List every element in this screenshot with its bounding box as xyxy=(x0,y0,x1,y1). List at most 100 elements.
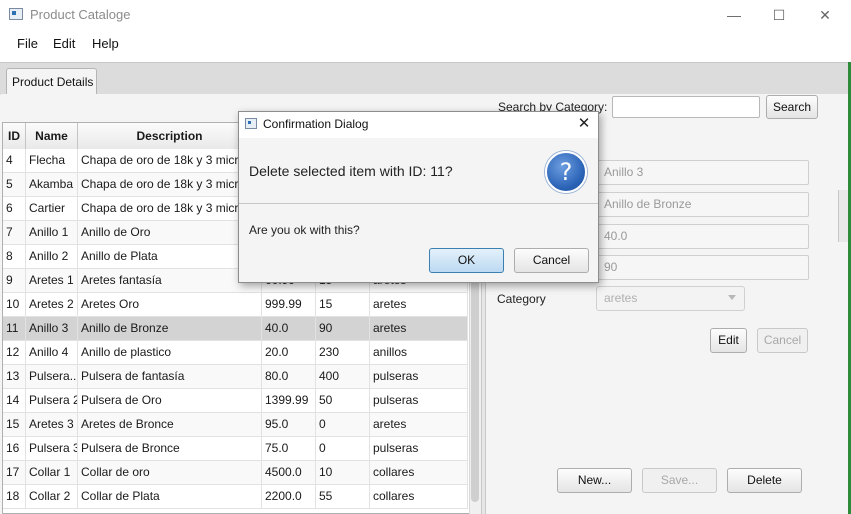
cell-description: Aretes Oro xyxy=(78,293,262,316)
price-field[interactable]: 40.0 xyxy=(596,224,809,249)
cell-price: 20.0 xyxy=(262,341,316,364)
minimize-button[interactable]: — xyxy=(711,0,757,30)
cell-description: Anillo de Plata xyxy=(78,245,262,268)
table-row[interactable]: 17 Collar 1 Collar de oro 4500.0 10 collares xyxy=(3,461,468,485)
app-icon xyxy=(9,8,23,20)
dialog-ok-button[interactable]: OK xyxy=(429,248,504,273)
category-select[interactable]: aretes xyxy=(596,286,745,311)
cell-description: Chapa de oro de 18k y 3 micras xyxy=(78,173,262,196)
cell-name: Pulsera 3 xyxy=(26,437,78,460)
category-label: Category xyxy=(497,292,546,306)
cell-name: Anillo 4 xyxy=(26,341,78,364)
cell-id: 15 xyxy=(3,413,26,436)
name-field[interactable]: Anillo 3 xyxy=(596,160,809,185)
cell-id: 17 xyxy=(3,461,26,484)
search-button[interactable]: Search xyxy=(766,95,818,119)
cell-category: aretes xyxy=(370,317,468,340)
cell-quantity: 0 xyxy=(316,413,370,436)
cell-price: 95.0 xyxy=(262,413,316,436)
search-input[interactable] xyxy=(612,96,760,118)
cell-name: Aretes 3 xyxy=(26,413,78,436)
cell-category: pulseras xyxy=(370,365,468,388)
table-row[interactable]: 13 Pulsera... Pulsera de fantasía 80.0 400 pu… xyxy=(3,365,468,389)
table-row[interactable]: 10 Aretes 2 Aretes Oro 999.99 15 aretes xyxy=(3,293,468,317)
cell-name: Flecha xyxy=(26,149,78,172)
cell-category: anillos xyxy=(370,341,468,364)
cell-description: Pulsera de fantasía xyxy=(78,365,262,388)
table-row[interactable]: 12 Anillo 4 Anillo de plastico 20.0 230 anill… xyxy=(3,341,468,365)
cell-category: collares xyxy=(370,461,468,484)
cell-category: aretes xyxy=(370,293,468,316)
cell-id: 12 xyxy=(3,341,26,364)
new-button[interactable]: New... xyxy=(557,468,632,493)
column-header-id[interactable]: ID xyxy=(3,123,26,149)
close-window-button[interactable]: ✕ xyxy=(802,0,848,30)
table-row[interactable]: 18 Collar 2 Collar de Plata 2200.0 55 collare… xyxy=(3,485,468,509)
dialog-header-text: Delete selected item with ID: 11? xyxy=(249,163,453,179)
cell-name: Anillo 3 xyxy=(26,317,78,340)
tab-label: Product Details xyxy=(12,75,94,89)
cell-id: 11 xyxy=(3,317,26,340)
menu-bar xyxy=(0,30,851,62)
cell-description: Collar de Plata xyxy=(78,485,262,508)
table-row[interactable]: 15 Aretes 3 Aretes de Bronce 95.0 0 aretes xyxy=(3,413,468,437)
table-row[interactable]: 11 Anillo 3 Anillo de Bronze 40.0 90 aretes xyxy=(3,317,468,341)
cell-name: Anillo 1 xyxy=(26,221,78,244)
cell-category: aretes xyxy=(370,413,468,436)
cell-id: 13 xyxy=(3,365,26,388)
cell-name: Collar 2 xyxy=(26,485,78,508)
column-header-name[interactable]: Name xyxy=(26,123,78,149)
table-row[interactable]: 14 Pulsera 2 Pulsera de Oro 1399.99 50 pulser… xyxy=(3,389,468,413)
quantity-field[interactable]: 90 xyxy=(596,255,809,280)
cell-quantity: 90 xyxy=(316,317,370,340)
dialog-cancel-button[interactable]: Cancel xyxy=(514,248,589,273)
cell-name: Pulsera... xyxy=(26,365,78,388)
cell-id: 7 xyxy=(3,221,26,244)
cell-quantity: 15 xyxy=(316,293,370,316)
delete-button[interactable]: Delete xyxy=(727,468,802,493)
question-icon: ? xyxy=(545,151,587,193)
cell-name: Aretes 1 xyxy=(26,269,78,292)
cell-quantity: 50 xyxy=(316,389,370,412)
dialog-content-text: Are you ok with this? xyxy=(249,223,360,237)
cell-category: collares xyxy=(370,485,468,508)
tab-strip xyxy=(0,62,851,95)
cell-description: Aretes de Bronce xyxy=(78,413,262,436)
cell-name: Akamba xyxy=(26,173,78,196)
cell-id: 8 xyxy=(3,245,26,268)
cell-quantity: 230 xyxy=(316,341,370,364)
dialog-close-icon[interactable]: ✕ xyxy=(573,113,595,135)
cell-description: Pulsera de Bronce xyxy=(78,437,262,460)
column-header-description[interactable]: Description xyxy=(78,123,262,149)
edit-button[interactable]: Edit xyxy=(710,328,747,353)
cell-price: 2200.0 xyxy=(262,485,316,508)
cell-id: 10 xyxy=(3,293,26,316)
menu-file[interactable]: File xyxy=(15,36,40,51)
maximize-button[interactable]: ☐ xyxy=(756,0,802,30)
cell-name: Cartier xyxy=(26,197,78,220)
chevron-down-icon xyxy=(728,295,736,300)
cell-id: 16 xyxy=(3,437,26,460)
description-field[interactable]: Anillo de Bronze xyxy=(596,192,809,217)
cell-name: Pulsera 2 xyxy=(26,389,78,412)
cell-name: Aretes 2 xyxy=(26,293,78,316)
cell-description: Anillo de plastico xyxy=(78,341,262,364)
cell-price: 1399.99 xyxy=(262,389,316,412)
menu-edit[interactable]: Edit xyxy=(51,36,77,51)
table-row[interactable]: 16 Pulsera 3 Pulsera de Bronce 75.0 0 pulsera… xyxy=(3,437,468,461)
cell-id: 9 xyxy=(3,269,26,292)
dialog-title: Confirmation Dialog xyxy=(263,117,369,131)
cancel-edit-button[interactable]: Cancel xyxy=(757,328,808,353)
cell-price: 40.0 xyxy=(262,317,316,340)
cell-price: 4500.0 xyxy=(262,461,316,484)
cell-id: 4 xyxy=(3,149,26,172)
save-button[interactable]: Save... xyxy=(642,468,717,493)
dialog-app-icon xyxy=(245,118,257,129)
cell-description: Aretes fantasía xyxy=(78,269,262,292)
cell-category: pulseras xyxy=(370,437,468,460)
cell-price: 75.0 xyxy=(262,437,316,460)
window-title: Product Cataloge xyxy=(30,7,131,22)
cell-name: Anillo 2 xyxy=(26,245,78,268)
cell-quantity: 400 xyxy=(316,365,370,388)
menu-help[interactable]: Help xyxy=(90,36,121,51)
